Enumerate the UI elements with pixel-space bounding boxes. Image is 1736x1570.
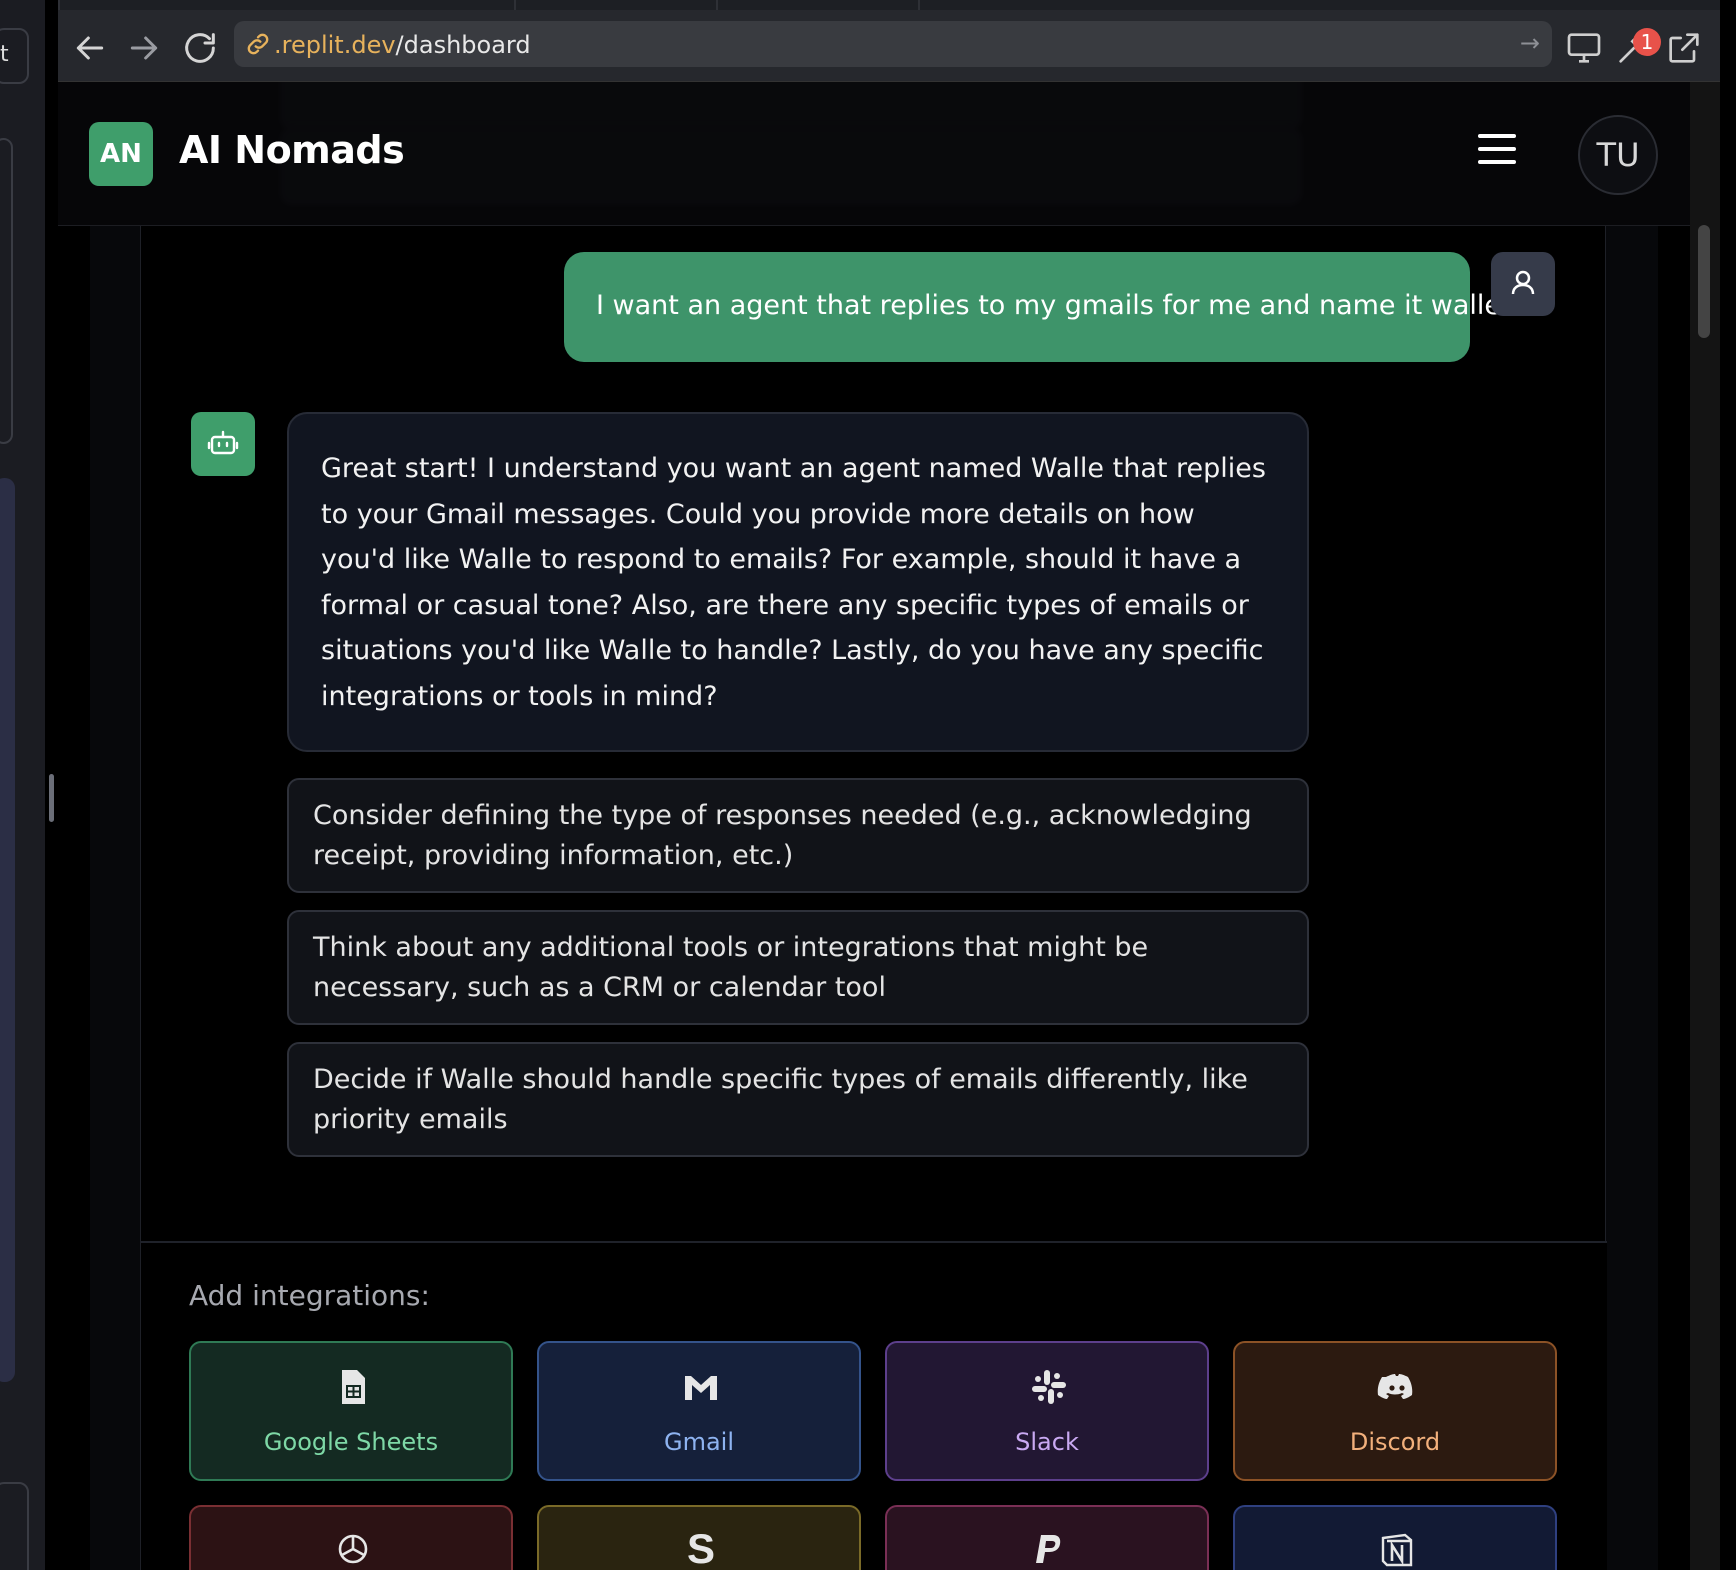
openai-icon: [333, 1529, 373, 1569]
background-window-strip: t: [0, 0, 54, 1570]
app-header: AN AI Nomads TU: [58, 82, 1690, 226]
slack-icon: [1029, 1367, 1069, 1407]
app-title[interactable]: AI Nomads: [179, 128, 405, 172]
user-message-bubble: I want an agent that replies to my gmail…: [564, 252, 1501, 362]
app-page: AN AI Nomads TU I want an agent that rep…: [58, 82, 1690, 1570]
paypal-icon: [1029, 1529, 1069, 1569]
integration-google-sheets-button[interactable]: Google Sheets: [189, 1341, 513, 1481]
background-window-button[interactable]: t: [0, 28, 29, 84]
browser-toolbar: .replit.dev/dashboard → 1: [58, 10, 1720, 82]
url-host: .replit.dev: [274, 31, 396, 59]
integration-gmail-button[interactable]: Gmail: [537, 1341, 861, 1481]
go-arrow-icon[interactable]: →: [1520, 29, 1540, 57]
suggestion-card[interactable]: Consider defining the type of responses …: [287, 778, 1309, 893]
integration-paypal-button[interactable]: [885, 1505, 1209, 1570]
tab-strip: [58, 0, 1720, 10]
background-window-sidebar: [0, 478, 15, 1382]
suggestion-card[interactable]: Decide if Walle should handle specific t…: [287, 1042, 1309, 1157]
back-icon[interactable]: [70, 28, 110, 68]
notification-badge: 1: [1633, 28, 1661, 56]
integration-slack-button[interactable]: Slack: [885, 1341, 1209, 1481]
page-scrollbar[interactable]: [1690, 82, 1720, 1570]
integration-stripe-button[interactable]: S: [537, 1505, 861, 1570]
bot-icon: [191, 412, 255, 476]
chat-area: I want an agent that replies to my gmail…: [90, 226, 1658, 1570]
link-icon: [244, 30, 272, 58]
tab-divider: [918, 0, 920, 10]
tab-divider: [514, 0, 516, 10]
background-window-panel: [0, 138, 13, 444]
svg-text:S: S: [687, 1527, 715, 1567]
integration-label: Gmail: [663, 1428, 735, 1456]
hamburger-menu-icon[interactable]: [1478, 134, 1518, 170]
browser-window: .replit.dev/dashboard → 1 AN AI Nomads T…: [58, 0, 1720, 1570]
integration-notion-button[interactable]: [1233, 1505, 1557, 1570]
tab-divider: [58, 0, 60, 10]
user-avatar[interactable]: TU: [1578, 115, 1658, 195]
assistant-message-bubble: Great start! I understand you want an ag…: [287, 412, 1309, 752]
chat-panel: I want an agent that replies to my gmail…: [140, 226, 1607, 1570]
integration-openai-button[interactable]: [189, 1505, 513, 1570]
suggestion-card[interactable]: Think about any additional tools or inte…: [287, 910, 1309, 1025]
address-bar[interactable]: .replit.dev/dashboard →: [234, 21, 1552, 67]
stripe-icon: S: [681, 1525, 721, 1570]
integration-label: Slack: [1015, 1428, 1079, 1456]
url-path: /dashboard: [395, 31, 531, 59]
integrations-section: Add integrations: Google Sheets Gmail Sl…: [141, 1241, 1607, 1570]
user-icon: [1491, 252, 1555, 316]
open-external-icon[interactable]: [1664, 28, 1704, 68]
devices-icon[interactable]: [1564, 28, 1604, 68]
background-window-footer: [0, 1482, 29, 1570]
resize-handle[interactable]: [49, 774, 54, 822]
tab-divider: [716, 0, 718, 10]
gmail-icon: [681, 1367, 721, 1407]
discord-icon: [1377, 1367, 1417, 1407]
reload-icon[interactable]: [180, 28, 220, 68]
forward-icon[interactable]: [124, 28, 164, 68]
google-sheets-icon: [333, 1367, 373, 1407]
app-logo[interactable]: AN: [89, 122, 153, 186]
url-text: .replit.dev/dashboard: [274, 31, 531, 59]
notion-icon: [1377, 1529, 1417, 1569]
integrations-label: Add integrations:: [189, 1279, 430, 1312]
scrollbar-thumb[interactable]: [1698, 225, 1710, 338]
integration-label: Google Sheets: [263, 1428, 439, 1456]
integration-label: Discord: [1349, 1428, 1441, 1456]
integration-discord-button[interactable]: Discord: [1233, 1341, 1557, 1481]
